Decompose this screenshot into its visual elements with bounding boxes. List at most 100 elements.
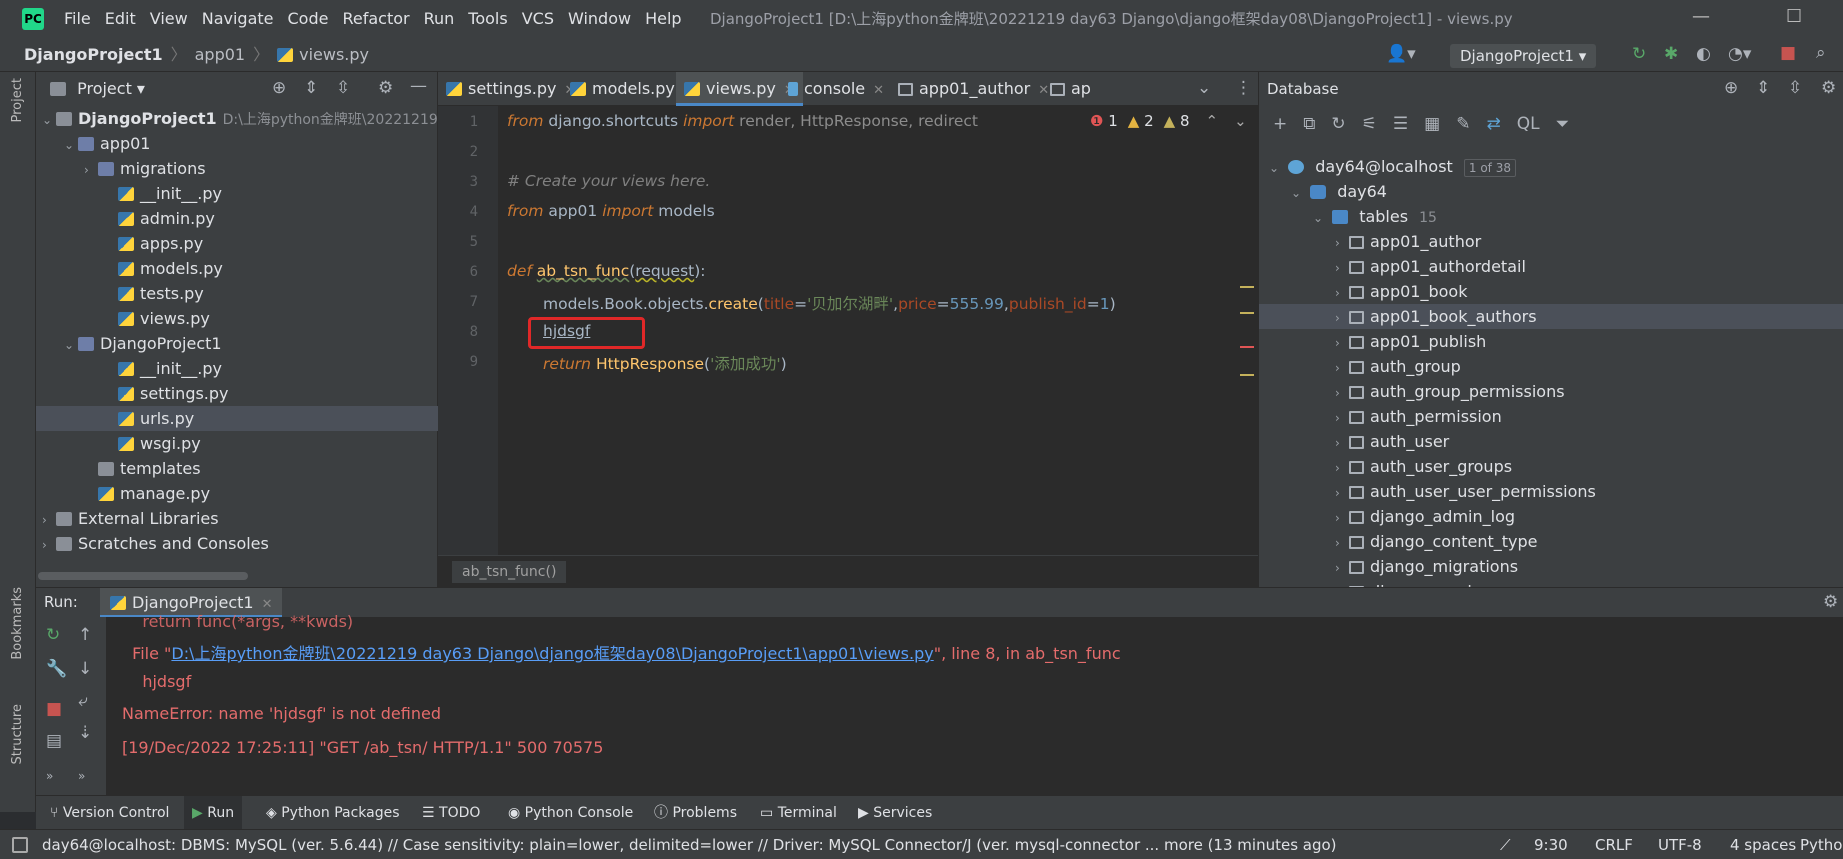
more-icon[interactable]: »: [46, 769, 53, 783]
chevron-right-icon[interactable]: ›: [1335, 556, 1349, 581]
project-tree-item[interactable]: ⌄ DjangoProject1: [36, 331, 438, 356]
chevron-right-icon[interactable]: ›: [42, 533, 56, 558]
rerun-icon[interactable]: ↻: [46, 625, 60, 645]
expand-all-icon[interactable]: ⇕: [1756, 78, 1770, 98]
table-node[interactable]: › auth_user: [1259, 429, 1843, 454]
debug-icon[interactable]: ✱: [1664, 44, 1678, 64]
table-node[interactable]: › app01_book_authors: [1259, 304, 1843, 329]
settings-gear-icon[interactable]: ⚙: [378, 78, 393, 98]
project-tree-item[interactable]: tests.py: [36, 281, 438, 306]
project-tree-item[interactable]: __init__.py: [36, 356, 438, 381]
user-icon[interactable]: 👤▾: [1386, 44, 1416, 64]
chevron-right-icon[interactable]: ›: [1335, 456, 1349, 481]
project-tree-item[interactable]: models.py: [36, 256, 438, 281]
tool-run[interactable]: ▶ Run: [184, 796, 243, 830]
file-encoding[interactable]: UTF-8: [1658, 830, 1702, 859]
tool-todo[interactable]: ☰ TODO: [422, 796, 480, 830]
tool-terminal[interactable]: ▭ Terminal: [760, 796, 837, 830]
chevron-right-icon[interactable]: ›: [1335, 281, 1349, 306]
expand-all-icon[interactable]: ⇕: [304, 78, 318, 98]
editor-breadcrumb-function[interactable]: ab_tsn_func(): [452, 561, 567, 583]
menu-vcs[interactable]: VCS: [522, 0, 554, 38]
locate-icon[interactable]: ⊕: [1724, 78, 1738, 98]
chevron-right-icon[interactable]: ›: [42, 508, 56, 533]
menu-edit[interactable]: Edit: [105, 0, 136, 38]
menu-window[interactable]: Window: [568, 0, 631, 38]
error-stripe-mark[interactable]: [1240, 346, 1254, 348]
table-node[interactable]: › auth_user_user_permissions: [1259, 479, 1843, 504]
coverage-icon[interactable]: ◐: [1696, 44, 1711, 64]
edit-icon[interactable]: ✎: [1456, 114, 1470, 134]
warning-stripe-mark[interactable]: [1240, 374, 1254, 376]
breadcrumb-folder[interactable]: app01: [195, 38, 245, 72]
chevron-right-icon[interactable]: ›: [1335, 331, 1349, 356]
project-tree-item[interactable]: ⌄ app01: [36, 131, 438, 156]
table-node[interactable]: › app01_publish: [1259, 329, 1843, 354]
settings-gear-icon[interactable]: ⚙: [1823, 592, 1838, 612]
chevron-down-icon[interactable]: ⌄: [1291, 181, 1305, 206]
table-node[interactable]: › auth_permission: [1259, 404, 1843, 429]
database-stack-icon[interactable]: ☰: [1393, 114, 1408, 134]
menu-file[interactable]: File: [64, 0, 91, 38]
editor-tab[interactable]: app01_author ✕: [890, 72, 1057, 106]
editor-tab[interactable]: ap: [1042, 72, 1099, 106]
project-tree-item[interactable]: manage.py: [36, 481, 438, 506]
project-tool-button[interactable]: Project: [10, 78, 25, 122]
table-node[interactable]: › auth_group: [1259, 354, 1843, 379]
chevron-right-icon[interactable]: ›: [1335, 381, 1349, 406]
edit-mode-icon[interactable]: ⟋: [1500, 830, 1511, 859]
more-icon[interactable]: »: [78, 769, 85, 783]
filter-icon[interactable]: ⏷: [1556, 114, 1570, 134]
close-tab-icon[interactable]: ✕: [873, 83, 884, 98]
chevron-right-icon[interactable]: ›: [1335, 531, 1349, 556]
status-message[interactable]: day64@localhost: DBMS: MySQL (ver. 5.6.4…: [42, 830, 1337, 859]
warning-stripe-mark[interactable]: [1240, 312, 1254, 314]
project-tree-item[interactable]: templates: [36, 456, 438, 481]
table-node[interactable]: › auth_group_permissions: [1259, 379, 1843, 404]
menu-code[interactable]: Code: [288, 0, 329, 38]
query-console-icon[interactable]: QL: [1517, 114, 1540, 134]
editor-tab[interactable]: console ✕: [780, 72, 892, 106]
table-node[interactable]: › app01_book: [1259, 279, 1843, 304]
bookmarks-tool-button[interactable]: Bookmarks: [10, 587, 25, 660]
breadcrumb-project[interactable]: DjangoProject1: [24, 38, 163, 72]
scroll-to-end-icon[interactable]: ⇣: [78, 723, 92, 743]
breadcrumb-file[interactable]: views.py: [299, 38, 369, 72]
add-icon[interactable]: +: [1273, 114, 1287, 134]
project-tree-item[interactable]: wsgi.py: [36, 431, 438, 456]
table-node[interactable]: › app01_author: [1259, 229, 1843, 254]
menu-run[interactable]: Run: [424, 0, 455, 38]
chevron-down-icon[interactable]: ⌄: [1269, 156, 1283, 181]
chevron-down-icon[interactable]: ⌄: [64, 133, 78, 158]
table-node[interactable]: › app01_authordetail: [1259, 254, 1843, 279]
next-highlight-icon[interactable]: ⌄: [1234, 112, 1247, 130]
settings-gear-icon[interactable]: ⚙: [1821, 78, 1836, 98]
tables-node[interactable]: ⌄ tables 15: [1259, 204, 1843, 229]
schema-icon[interactable]: ⚟: [1362, 114, 1377, 134]
table-node[interactable]: › django_content_type: [1259, 529, 1843, 554]
stop-icon[interactable]: ■: [1780, 43, 1796, 63]
tool-services[interactable]: ▶ Services: [858, 796, 932, 830]
chevron-right-icon[interactable]: ›: [1335, 506, 1349, 531]
run-config-selector[interactable]: DjangoProject1 ▾: [1450, 44, 1597, 68]
rerun-icon[interactable]: ↻: [1632, 44, 1646, 64]
file-link[interactable]: D:\上海python金牌班\20221219 day63 Django\dja…: [171, 644, 933, 663]
tool-python-console[interactable]: ◉ Python Console: [508, 796, 633, 830]
menu-help[interactable]: Help: [645, 0, 681, 38]
chevron-right-icon[interactable]: ›: [1335, 356, 1349, 381]
profile-icon[interactable]: ◔▾: [1728, 44, 1751, 64]
jump-icon[interactable]: ⇄: [1486, 114, 1500, 134]
refresh-icon[interactable]: ↻: [1331, 114, 1345, 134]
tool-python-packages[interactable]: ◈ Python Packages: [266, 796, 400, 830]
minimize-button[interactable]: —: [1692, 6, 1710, 27]
hide-panel-icon[interactable]: —: [410, 76, 427, 96]
project-tree-item[interactable]: views.py: [36, 306, 438, 331]
table-node[interactable]: › django_migrations: [1259, 554, 1843, 579]
inspection-widget[interactable]: ❶ 1 ▲ 2 ▲ 8 ⌃ ⌄: [1090, 112, 1247, 130]
chevron-right-icon[interactable]: ›: [1335, 256, 1349, 281]
collapse-all-icon[interactable]: ⇳: [1788, 78, 1802, 98]
tool-version-control[interactable]: ⑂ Version Control: [50, 796, 169, 830]
chevron-right-icon[interactable]: ›: [84, 158, 98, 183]
project-tree-item[interactable]: ⌄ DjangoProject1 D:\上海python金牌班\20221219: [36, 106, 438, 131]
cursor-position[interactable]: 9:30: [1534, 830, 1568, 859]
